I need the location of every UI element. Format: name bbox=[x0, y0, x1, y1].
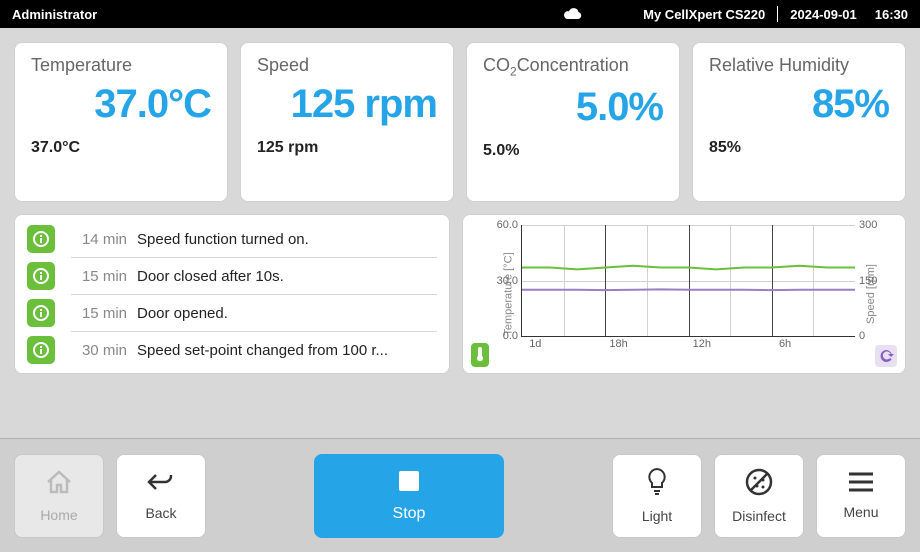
cloud-icon bbox=[563, 6, 583, 23]
button-label: Home bbox=[40, 507, 77, 523]
ytick-right: 0 bbox=[855, 330, 865, 342]
info-icon bbox=[27, 262, 55, 290]
chart-ylabel-right: Speed [rpm] bbox=[865, 264, 877, 324]
info-icon bbox=[27, 336, 55, 364]
event-message: Door closed after 10s. bbox=[137, 268, 437, 285]
xtick: 6h bbox=[779, 336, 791, 350]
button-label: Back bbox=[145, 505, 176, 521]
event-time: 15 min bbox=[67, 268, 127, 285]
status-date: 2024-09-01 bbox=[778, 7, 869, 22]
card-setpoint: 5.0% bbox=[483, 142, 663, 160]
refresh-icon bbox=[875, 345, 897, 367]
current-user: Administrator bbox=[12, 7, 97, 22]
back-button[interactable]: Back bbox=[116, 454, 206, 538]
status-time: 16:30 bbox=[869, 7, 908, 22]
card-value: 5.0% bbox=[483, 85, 663, 130]
event-time: 15 min bbox=[67, 305, 127, 322]
card-title: Temperature bbox=[31, 55, 211, 76]
ytick-right: 150 bbox=[855, 275, 877, 287]
card-temperature[interactable]: Temperature 37.0°C 37.0°C bbox=[14, 42, 228, 202]
menu-icon bbox=[847, 471, 875, 498]
card-title: CO2Concentration bbox=[483, 55, 663, 79]
xtick: 18h bbox=[609, 336, 627, 350]
card-setpoint: 37.0°C bbox=[31, 139, 211, 157]
thermometer-icon bbox=[471, 343, 489, 367]
card-title: Speed bbox=[257, 55, 437, 76]
info-icon bbox=[27, 225, 55, 253]
disinfect-button[interactable]: Disinfect bbox=[714, 454, 804, 538]
xtick: 12h bbox=[693, 336, 711, 350]
ytick-left: 30.0 bbox=[497, 275, 522, 287]
light-button[interactable]: Light bbox=[612, 454, 702, 538]
card-setpoint: 125 rpm bbox=[257, 139, 437, 157]
event-message: Speed set-point changed from 100 r... bbox=[137, 342, 437, 359]
chart-lines bbox=[522, 225, 855, 336]
button-label: Light bbox=[642, 508, 672, 524]
event-row: 15 min Door closed after 10s. bbox=[15, 258, 449, 294]
event-row: 14 min Speed function turned on. bbox=[15, 221, 449, 257]
card-speed[interactable]: Speed 125 rpm 125 rpm bbox=[240, 42, 454, 202]
bottom-toolbar: Home Back Stop Light Disinfect Menu bbox=[0, 438, 920, 552]
metric-cards-row: Temperature 37.0°C 37.0°C Speed 125 rpm … bbox=[14, 42, 906, 202]
ytick-left: 60.0 bbox=[497, 219, 522, 231]
home-icon bbox=[44, 468, 74, 501]
info-icon bbox=[27, 299, 55, 327]
card-value: 125 rpm bbox=[257, 82, 437, 127]
home-button: Home bbox=[14, 454, 104, 538]
button-label: Disinfect bbox=[732, 508, 786, 524]
chart-plot-area: 0.0 30.0 60.0 0 150 300 1d bbox=[521, 225, 855, 337]
menu-button[interactable]: Menu bbox=[816, 454, 906, 538]
event-log[interactable]: 14 min Speed function turned on. 15 min … bbox=[14, 214, 450, 374]
event-time: 14 min bbox=[67, 231, 127, 248]
xtick: 1d bbox=[529, 336, 541, 350]
card-co2[interactable]: CO2Concentration 5.0% 5.0% bbox=[466, 42, 680, 202]
stop-icon bbox=[396, 468, 422, 499]
ytick-right: 300 bbox=[855, 219, 877, 231]
bulb-icon bbox=[645, 467, 669, 502]
event-time: 30 min bbox=[67, 342, 127, 359]
ytick-left: 0.0 bbox=[503, 330, 522, 342]
device-name: My CellXpert CS220 bbox=[643, 7, 777, 22]
button-label: Menu bbox=[843, 504, 878, 520]
event-message: Speed function turned on. bbox=[137, 231, 437, 248]
event-row: 15 min Door opened. bbox=[15, 295, 449, 331]
card-setpoint: 85% bbox=[709, 139, 889, 157]
card-value: 85% bbox=[709, 82, 889, 127]
card-value: 37.0°C bbox=[31, 82, 211, 127]
stop-button[interactable]: Stop bbox=[314, 454, 504, 538]
event-message: Door opened. bbox=[137, 305, 437, 322]
card-title: Relative Humidity bbox=[709, 55, 889, 76]
trend-chart[interactable]: Temperature [°C] Speed [rpm] 0.0 30.0 60… bbox=[462, 214, 906, 374]
disinfect-icon bbox=[744, 467, 774, 502]
status-bar: Administrator My CellXpert CS220 2024-09… bbox=[0, 0, 920, 28]
button-label: Stop bbox=[393, 505, 426, 523]
back-icon bbox=[146, 470, 176, 499]
chart-ylabel-left: Temperature [°C] bbox=[503, 252, 515, 335]
event-row: 30 min Speed set-point changed from 100 … bbox=[15, 332, 449, 368]
card-humidity[interactable]: Relative Humidity 85% 85% bbox=[692, 42, 906, 202]
